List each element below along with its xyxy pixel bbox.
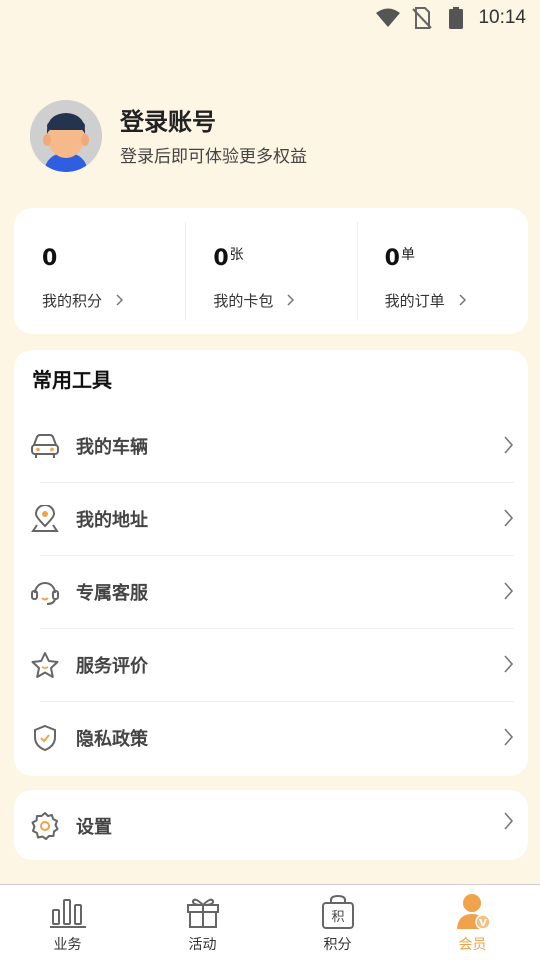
member-badge: V xyxy=(479,918,487,929)
gift-icon xyxy=(183,893,223,931)
chevron-right-icon xyxy=(504,582,514,604)
tab-member[interactable]: V 会员 xyxy=(405,885,540,960)
tool-item-service-rating[interactable]: 服务评价 xyxy=(14,629,528,701)
settings-label: 设置 xyxy=(76,817,112,838)
tool-item-privacy-policy[interactable]: 隐私政策 xyxy=(14,702,528,774)
tab-business[interactable]: 业务 xyxy=(0,885,135,960)
settings-item[interactable]: 设置 xyxy=(14,790,528,862)
chevron-right-icon xyxy=(459,292,467,310)
stats-card: 0 我的积分 0张 我的卡包 0单 我的订单 xyxy=(14,208,528,334)
tab-label: 积分 xyxy=(323,937,352,953)
stat-unit: 张 xyxy=(229,247,244,263)
bar-chart-icon xyxy=(48,893,88,931)
chevron-right-icon xyxy=(504,436,514,458)
tab-activity[interactable]: 活动 xyxy=(135,885,270,960)
tool-label: 我的车辆 xyxy=(76,437,148,458)
member-icon: V xyxy=(453,893,493,931)
chevron-right-icon xyxy=(287,292,295,310)
tool-item-customer-service[interactable]: 专属客服 xyxy=(14,556,528,628)
settings-card: 设置 xyxy=(14,790,528,860)
stat-label: 我的积分 xyxy=(42,292,103,310)
login-subtitle: 登录后即可体验更多权益 xyxy=(120,146,307,167)
avatar[interactable] xyxy=(30,100,102,172)
tool-label: 隐私政策 xyxy=(76,729,148,750)
location-pin-icon xyxy=(30,504,60,534)
login-title[interactable]: 登录账号 xyxy=(120,106,307,138)
gear-icon xyxy=(30,811,60,841)
car-icon xyxy=(30,431,60,461)
tool-label: 服务评价 xyxy=(76,656,148,677)
tool-label: 专属客服 xyxy=(76,583,148,604)
stat-points[interactable]: 0 我的积分 xyxy=(14,208,185,334)
tools-title: 常用工具 xyxy=(32,368,112,392)
stat-value: 0 xyxy=(42,246,58,271)
status-bar: 10:14 xyxy=(0,0,540,36)
stat-label: 我的卡包 xyxy=(213,292,274,310)
stat-label: 我的订单 xyxy=(384,292,445,310)
tab-label: 会员 xyxy=(458,937,487,953)
profile-header[interactable]: 登录账号 登录后即可体验更多权益 xyxy=(30,100,307,172)
chevron-right-icon xyxy=(504,509,514,531)
stat-value: 0 xyxy=(384,246,400,271)
tool-item-vehicle[interactable]: 我的车辆 xyxy=(14,410,528,482)
no-sim-icon xyxy=(410,6,434,30)
star-icon xyxy=(30,650,60,680)
stat-value: 0 xyxy=(213,246,229,271)
points-bag-icon: 积 xyxy=(318,893,358,931)
tab-label: 活动 xyxy=(188,937,217,953)
chevron-right-icon xyxy=(504,812,514,834)
headset-icon xyxy=(30,577,60,607)
tool-label: 我的地址 xyxy=(76,510,148,531)
chevron-right-icon xyxy=(504,728,514,750)
tool-item-address[interactable]: 我的地址 xyxy=(14,483,528,555)
shield-icon xyxy=(30,723,60,753)
tab-label: 业务 xyxy=(53,937,82,953)
chevron-right-icon xyxy=(116,292,124,310)
wifi-icon xyxy=(376,6,401,30)
tools-card: 常用工具 我的车辆 我的地址 专属客服 服务评价 隐私政策 xyxy=(14,350,528,776)
chevron-right-icon xyxy=(504,655,514,677)
stat-orders[interactable]: 0单 我的订单 xyxy=(356,208,528,334)
points-glyph: 积 xyxy=(331,910,344,925)
battery-icon xyxy=(444,6,468,30)
tab-points[interactable]: 积 积分 xyxy=(270,885,405,960)
bottom-tab-bar: 业务 活动 积 积分 V 会员 xyxy=(0,884,540,960)
stat-unit: 单 xyxy=(400,247,415,263)
stat-cards[interactable]: 0张 我的卡包 xyxy=(185,208,356,334)
status-time: 10:14 xyxy=(478,7,526,28)
